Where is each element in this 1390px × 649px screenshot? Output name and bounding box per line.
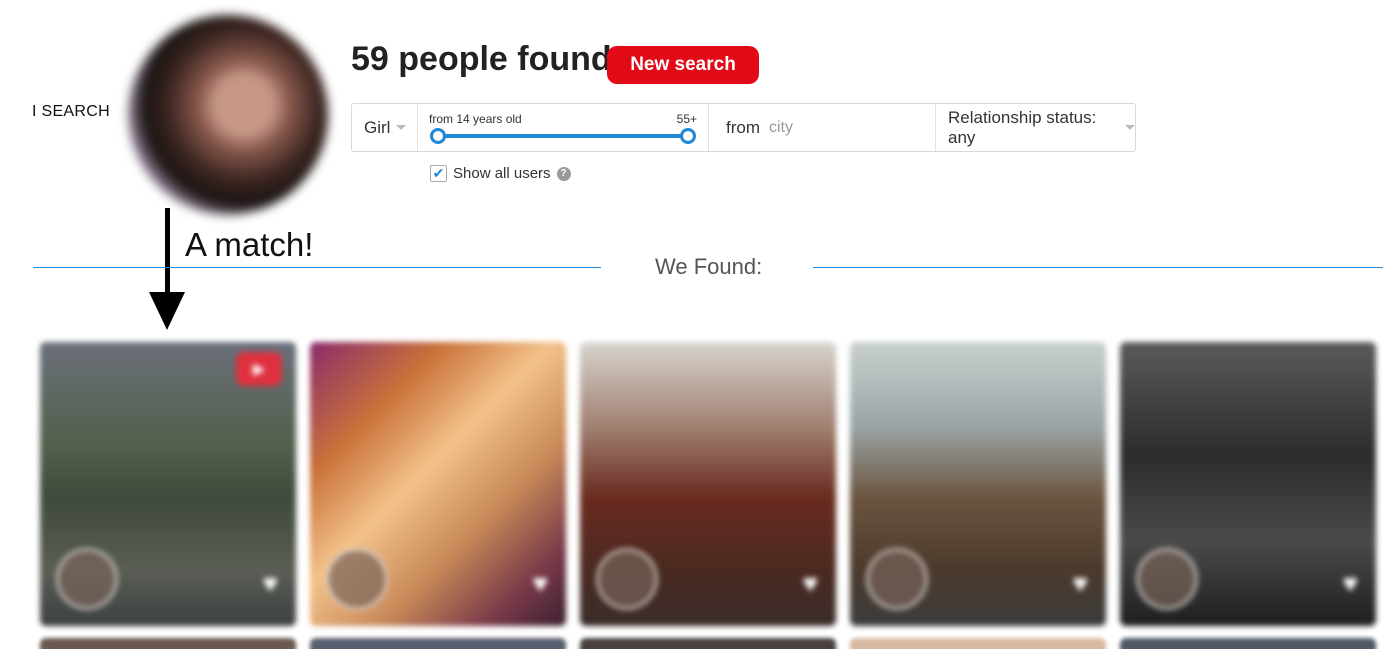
help-icon[interactable]: ? — [556, 166, 571, 181]
chevron-down-icon — [1125, 125, 1135, 130]
heart-icon[interactable]: ♥ — [803, 570, 818, 596]
card-avatar — [866, 548, 928, 610]
heart-icon[interactable]: ♥ — [1073, 570, 1088, 596]
gender-select-value: Girl — [364, 117, 391, 137]
show-all-users-checkbox[interactable]: ✔ — [430, 165, 447, 182]
age-from-label: from 14 years old — [429, 112, 522, 126]
age-to-label: 55+ — [676, 112, 697, 126]
profile-card-partial[interactable] — [1120, 638, 1376, 649]
age-range-track[interactable] — [438, 134, 688, 138]
card-avatar — [56, 548, 118, 610]
card-avatar — [1136, 548, 1198, 610]
age-max-handle[interactable] — [680, 128, 696, 144]
city-from-label: from — [726, 117, 760, 137]
profile-card[interactable]: ♥ — [310, 342, 566, 626]
divider-right — [813, 267, 1383, 268]
video-badge-icon: ▶ — [236, 352, 282, 386]
profile-card[interactable]: ♥ — [580, 342, 836, 626]
results-grid-next-row — [40, 638, 1376, 649]
gender-select[interactable]: Girl — [352, 104, 418, 151]
age-range-slider[interactable]: from 14 years old 55+ — [418, 104, 709, 151]
match-annotation: A match! — [185, 226, 314, 263]
city-input[interactable] — [769, 118, 919, 137]
profile-card[interactable]: ♥ — [1120, 342, 1376, 626]
show-all-users-label[interactable]: Show all users — [453, 165, 551, 182]
relationship-status-value: Relationship status: any — [948, 107, 1097, 147]
chevron-down-icon — [396, 125, 407, 130]
profile-card-partial[interactable] — [850, 638, 1106, 649]
results-grid: ▶ ♥ ♥ ♥ ♥ ♥ — [40, 342, 1376, 626]
card-avatar — [326, 548, 388, 610]
profile-card-partial[interactable] — [40, 638, 296, 649]
heart-icon[interactable]: ♥ — [263, 570, 278, 596]
results-count-title: 59 people found — [351, 40, 612, 78]
match-arrow-head-icon — [149, 292, 185, 330]
we-found-heading: We Found: — [655, 254, 763, 279]
show-all-users-option: ✔ Show all users ? — [430, 165, 571, 182]
card-avatar — [596, 548, 658, 610]
age-min-handle[interactable] — [430, 128, 446, 144]
search-filter-bar: Girl from 14 years old 55+ from Relation… — [351, 103, 1136, 152]
match-arrow-shaft — [165, 208, 170, 298]
relationship-status-select[interactable]: Relationship status: any — [936, 104, 1135, 151]
new-search-button[interactable]: New search — [607, 46, 759, 84]
heart-icon[interactable]: ♥ — [533, 570, 548, 596]
divider-left — [33, 267, 601, 268]
my-profile-avatar[interactable] — [128, 15, 328, 215]
city-filter: from — [709, 104, 936, 151]
i-search-label: I SEARCH — [32, 103, 110, 120]
profile-card-partial[interactable] — [310, 638, 566, 649]
profile-card[interactable]: ♥ — [850, 342, 1106, 626]
profile-card-partial[interactable] — [580, 638, 836, 649]
profile-card[interactable]: ▶ ♥ — [40, 342, 296, 626]
heart-icon[interactable]: ♥ — [1343, 570, 1358, 596]
